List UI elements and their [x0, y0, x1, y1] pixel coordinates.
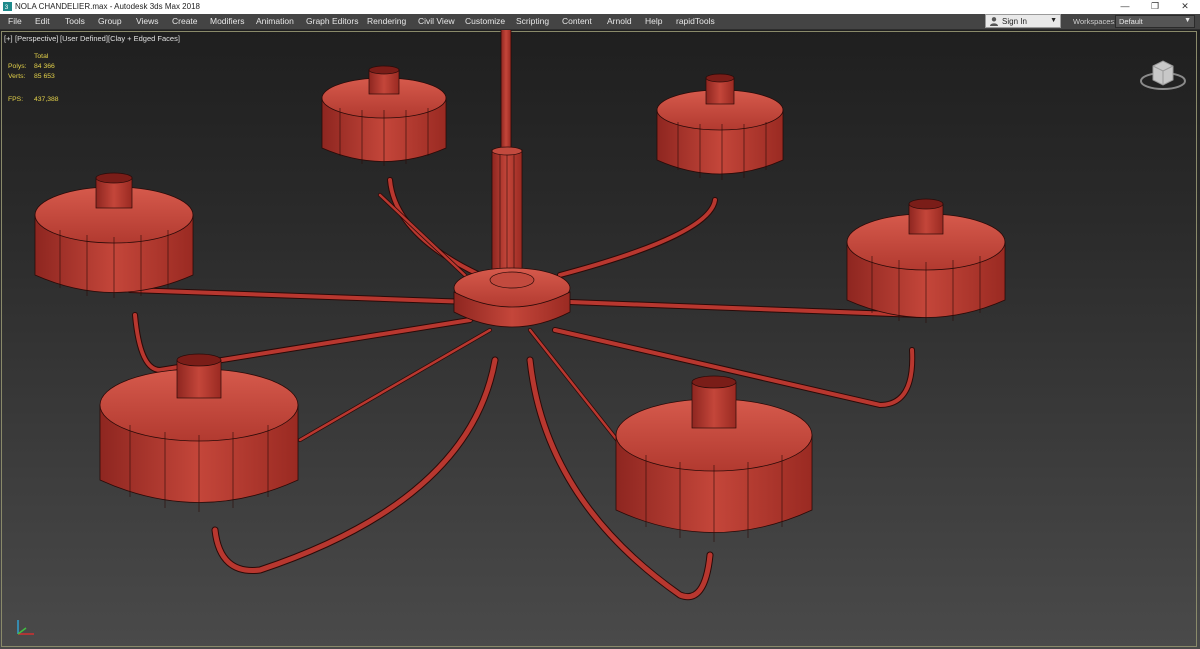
- chevron-down-icon: ▼: [1184, 17, 1191, 24]
- menu-scripting[interactable]: Scripting: [516, 16, 549, 26]
- lamp-shade-left: [34, 172, 194, 298]
- restore-button[interactable]: ❐: [1140, 0, 1170, 14]
- chevron-down-icon: ▼: [1050, 17, 1057, 24]
- restore-icon: ❐: [1150, 1, 1160, 11]
- menu-modifiers[interactable]: Modifiers: [210, 16, 244, 26]
- workspaces-value: Default: [1119, 17, 1143, 26]
- lamp-shade-back-left: [321, 65, 447, 166]
- menu-file[interactable]: File: [8, 16, 22, 26]
- sign-in-label: Sign In: [1002, 17, 1027, 26]
- lamp-shade-back-right: [656, 73, 784, 180]
- menu-create[interactable]: Create: [172, 16, 198, 26]
- menu-edit[interactable]: Edit: [35, 16, 50, 26]
- menu-animation[interactable]: Animation: [256, 16, 294, 26]
- minimize-button[interactable]: —: [1110, 0, 1140, 14]
- lamp-shade-front-right: [615, 375, 813, 542]
- menu-rendering[interactable]: Rendering: [367, 16, 406, 26]
- window-title-bar: 3 NOLA CHANDELIER.max - Autodesk 3ds Max…: [0, 0, 1200, 14]
- chandelier-center-column: [453, 146, 571, 328]
- chandelier-model[interactable]: [0, 30, 1200, 649]
- menu-civil-view[interactable]: Civil View: [418, 16, 455, 26]
- menu-help[interactable]: Help: [645, 16, 662, 26]
- menu-graph-editors[interactable]: Graph Editors: [306, 16, 358, 26]
- close-icon: ✕: [1181, 1, 1189, 11]
- menu-content[interactable]: Content: [562, 16, 592, 26]
- workspaces-select[interactable]: Default ▼: [1115, 15, 1195, 28]
- close-button[interactable]: ✕: [1170, 0, 1200, 14]
- viewcube-icon[interactable]: [1136, 54, 1190, 94]
- window-title: NOLA CHANDELIER.max - Autodesk 3ds Max 2…: [15, 2, 200, 11]
- axis-tripod-icon: [17, 620, 34, 635]
- menu-group[interactable]: Group: [98, 16, 122, 26]
- menu-views[interactable]: Views: [136, 16, 159, 26]
- chandelier-top-rod: [500, 30, 512, 149]
- user-icon: [990, 17, 998, 26]
- perspective-viewport[interactable]: [+] [Perspective] [User Defined] [Clay +…: [0, 30, 1200, 649]
- sign-in-dropdown[interactable]: Sign In ▼: [985, 14, 1061, 28]
- minimize-icon: —: [1120, 1, 1130, 11]
- workspaces-label: Workspaces:: [1073, 17, 1117, 26]
- lamp-shade-front-left: [99, 353, 299, 512]
- svg-text:3: 3: [5, 4, 9, 11]
- 3ds-max-icon: 3: [3, 2, 12, 11]
- menu-arnold[interactable]: Arnold: [607, 16, 632, 26]
- menu-rapidtools[interactable]: rapidTools: [676, 16, 715, 26]
- menu-tools[interactable]: Tools: [65, 16, 85, 26]
- lamp-shade-right: [846, 198, 1006, 323]
- menu-customize[interactable]: Customize: [465, 16, 505, 26]
